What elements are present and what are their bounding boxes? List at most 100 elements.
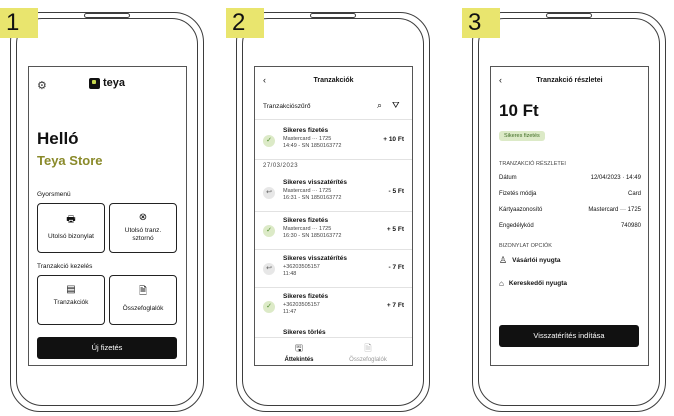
quick-menu-title: Gyorsmenü <box>37 191 71 198</box>
status-badge: Sikeres fizetés <box>499 131 545 141</box>
detail-row: Kártyaazonosító Mastercard ··· 1725 <box>499 207 641 213</box>
search-icon[interactable]: ⌕ <box>377 100 382 111</box>
summaries-button[interactable]: 🗎 Összefoglalók <box>109 275 177 325</box>
transactions-button[interactable]: ▤ Tranzakciók <box>37 275 105 325</box>
list-icon: ▤ <box>66 284 76 295</box>
transaction-row[interactable]: ✓ Sikeres fizetés Mastercard ··· 1725 16:… <box>255 213 412 249</box>
store-icon: ⌂ <box>499 279 504 288</box>
device-3: 3 ‹ Tranzakció részletei 10 Ft Sikeres f… <box>462 4 666 412</box>
detail-row: Engedélykód 740980 <box>499 223 641 229</box>
detail-value: 740980 <box>620 223 641 229</box>
row-amount: - 5 Ft <box>388 188 404 195</box>
greeting: Helló <box>37 129 79 148</box>
tx-manage-title: Tranzakció kezelés <box>37 263 93 270</box>
last-tx-cancel-label-2: sztornó <box>132 235 154 242</box>
page-title: Tranzakció részletei <box>536 77 603 84</box>
device-1: 1 ⚙ teya Helló Teya Store Gyorsmenü 🖶 Ut… <box>0 4 204 412</box>
step-badge: 3 <box>462 8 500 38</box>
filter-label: Tranzakciószűrő <box>263 103 311 110</box>
row-detail-1: Mastercard ··· 1725 <box>283 226 332 232</box>
row-title: Sikeres visszatérítés <box>283 255 347 262</box>
last-tx-cancel-label-1: Utolsó tranz. <box>124 227 162 234</box>
row-title: Sikeres visszatérítés <box>283 179 347 186</box>
check-icon: ✓ <box>263 301 275 313</box>
last-tx-cancel-button[interactable]: ⊗ Utolsó tranz. sztornó <box>109 203 177 253</box>
row-amount: - 7 Ft <box>388 264 404 271</box>
transaction-row[interactable]: ✓ Sikeres fizetés +36203505157 11:47 + 7 … <box>255 289 412 325</box>
screen-transactions: ‹ Tranzakciók Tranzakciószűrő ⌕ ⛛ ✓ Sike… <box>254 66 413 366</box>
page-title: Tranzakciók <box>313 77 354 84</box>
document-icon: 🗎 <box>364 343 372 353</box>
row-amount: + 5 Ft <box>386 226 404 233</box>
row-detail-1: +36203505157 <box>283 264 320 270</box>
store-name: Teya Store <box>37 153 103 168</box>
new-payment-button[interactable]: Új fizetés <box>37 337 177 359</box>
detail-key: Fizetés módja <box>499 191 537 197</box>
row-title: Sikeres fizetés <box>283 217 329 224</box>
detail-value: Card <box>627 191 641 197</box>
return-icon: ↩ <box>263 263 275 275</box>
details-title: TRANZAKCIÓ RÉSZLETEI <box>499 161 566 167</box>
step-badge: 1 <box>0 8 38 38</box>
row-detail-1: Mastercard ··· 1725 <box>283 136 332 142</box>
transaction-row[interactable]: ✓ Sikeres fizetés Mastercard ··· 1725 14:… <box>255 123 412 159</box>
divider <box>255 119 412 120</box>
row-detail-2: 16:30 - SN 1850163772 <box>283 233 342 239</box>
device-speaker <box>310 13 356 18</box>
return-icon: ↩ <box>263 187 275 199</box>
summaries-label: Összefoglalók <box>122 305 164 312</box>
row-detail-1: +36203505157 <box>283 302 320 308</box>
date-separator: 27/03/2023 <box>263 163 299 169</box>
divider <box>255 249 412 250</box>
row-detail-1: Mastercard ··· 1725 <box>283 188 332 194</box>
merchant-receipt-label: Kereskedői nyugta <box>508 280 568 287</box>
last-receipt-button[interactable]: 🖶 Utolsó bizonylat <box>37 203 105 253</box>
row-detail-2: 16:31 - SN 1850163772 <box>283 195 342 201</box>
detail-row: Dátum 12/04/2023 · 14:49 <box>499 175 641 181</box>
filter-icon[interactable]: ⛛ <box>392 100 400 111</box>
check-icon: ✓ <box>263 135 275 147</box>
transactions-label: Tranzakciók <box>53 299 89 306</box>
detail-key: Engedélykód <box>499 223 534 229</box>
bottom-nav: 🖫 Áttekintés 🗎 Összefoglalók <box>255 337 412 365</box>
nav-summaries-label: Összefoglalók <box>349 357 387 363</box>
transaction-row[interactable]: ↩ Sikeres visszatérítés Mastercard ··· 1… <box>255 175 412 211</box>
receipt-options-title: BIZONYLAT OPCIÓK <box>499 243 552 249</box>
cancel-circle-icon: ⊗ <box>138 212 148 223</box>
nav-overview-label: Áttekintés <box>284 357 314 363</box>
start-refund-button[interactable]: Visszatérítés indítása <box>499 325 639 347</box>
detail-value: 12/04/2023 · 14:49 <box>590 175 641 181</box>
divider <box>255 287 412 288</box>
row-detail-2: 11:48 <box>283 271 297 277</box>
device-speaker <box>84 13 130 18</box>
teya-logo-icon <box>89 77 100 89</box>
save-icon: 🖫 <box>295 343 303 353</box>
nav-overview[interactable]: 🖫 Áttekintés <box>279 341 319 363</box>
printer-icon: 🖶 <box>66 214 76 225</box>
merchant-receipt-option[interactable]: ⌂ Kereskedői nyugta <box>499 279 567 288</box>
device-2: 2 ‹ Tranzakciók Tranzakciószűrő ⌕ ⛛ ✓ Si… <box>226 4 430 412</box>
customer-receipt-label: Vásárlói nyugta <box>512 257 561 264</box>
teya-logo: teya <box>89 77 125 89</box>
detail-key: Kártyaazonosító <box>499 207 543 213</box>
nav-summaries[interactable]: 🗎 Összefoglalók <box>343 341 393 363</box>
check-icon: ✓ <box>263 225 275 237</box>
row-title: Sikeres fizetés <box>283 293 329 300</box>
detail-row: Fizetés módja Card <box>499 191 641 197</box>
row-detail-2: 14:49 - SN 1850163772 <box>283 143 342 149</box>
divider <box>255 211 412 212</box>
detail-value: Mastercard ··· 1725 <box>588 207 641 213</box>
gear-icon[interactable]: ⚙ <box>37 79 47 92</box>
amount: 10 Ft <box>499 101 539 120</box>
brand-name: teya <box>103 77 126 89</box>
last-receipt-label: Utolsó bizonylat <box>48 233 94 240</box>
screen-home: ⚙ teya Helló Teya Store Gyorsmenü 🖶 Utol… <box>28 66 187 366</box>
device-speaker <box>546 13 592 18</box>
row-title: Sikeres fizetés <box>283 127 329 134</box>
step-badge: 2 <box>226 8 264 38</box>
row-amount: + 7 Ft <box>386 302 404 309</box>
user-icon: ♙ <box>499 255 508 265</box>
document-icon: 🗎 <box>138 286 148 297</box>
customer-receipt-option[interactable]: ♙ Vásárlói nyugta <box>499 255 560 266</box>
transaction-row[interactable]: ↩ Sikeres visszatérítés +36203505157 11:4… <box>255 251 412 287</box>
